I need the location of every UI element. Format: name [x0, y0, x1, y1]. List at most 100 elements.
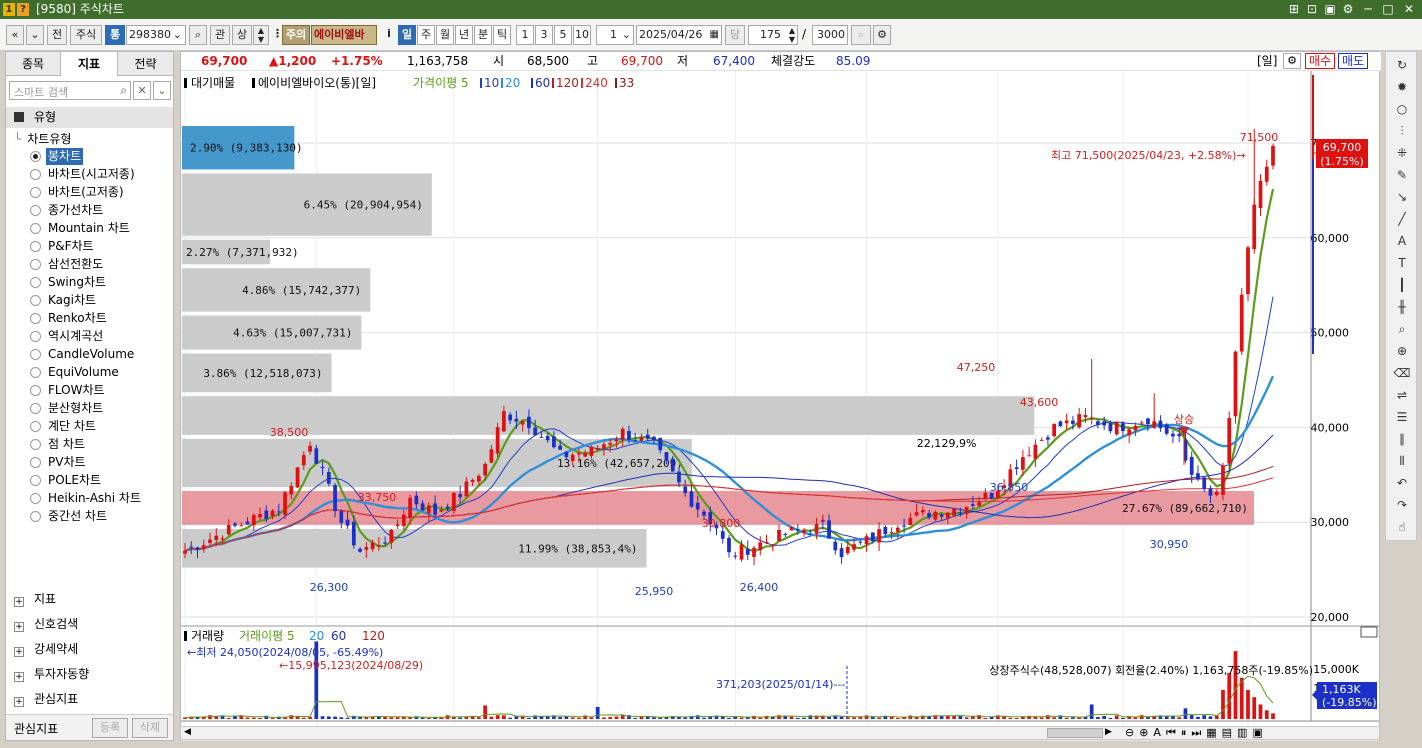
dropdown-button[interactable]: ⌄	[26, 25, 44, 45]
buy-button[interactable]: 매수	[1305, 53, 1335, 69]
code-input[interactable]: 298380 ⌄	[126, 25, 186, 45]
minimize-icon[interactable]: ─	[1358, 0, 1378, 19]
radio-icon[interactable]	[30, 205, 41, 216]
expand-plus-icon[interactable]: +	[14, 672, 24, 682]
period-tab[interactable]: 년	[455, 25, 473, 45]
radio-icon[interactable]	[30, 169, 41, 180]
radio-icon[interactable]	[30, 403, 41, 414]
bars-icon[interactable]: ☰	[1392, 408, 1412, 426]
zoom-icon[interactable]: ⌕	[1392, 320, 1412, 338]
undo-icon[interactable]: ↶	[1392, 474, 1412, 492]
sang-button[interactable]: 상	[232, 25, 252, 45]
minute-button[interactable]: 5	[554, 25, 572, 45]
text-icon[interactable]: T	[1392, 254, 1412, 272]
tong-button[interactable]: 통	[105, 25, 125, 45]
period-tab[interactable]: 월	[436, 25, 454, 45]
radio-icon[interactable]	[30, 385, 41, 396]
minute-button[interactable]: 10	[573, 25, 591, 45]
chart-icon[interactable]: ⫶	[1392, 122, 1412, 140]
settings-gear-icon[interactable]: ⚙	[873, 25, 891, 45]
price-chart[interactable]: 2.90% (9,383,130) 6.45% (20,904,954) 2.27%…	[181, 71, 1379, 741]
period-tab[interactable]: 주	[417, 25, 435, 45]
expand-plus-icon[interactable]: +	[14, 622, 24, 632]
indicator-section[interactable]: + 강세약세	[14, 639, 78, 659]
count-input[interactable]: 175 ▲ ▼	[748, 25, 798, 45]
expand-plus-icon[interactable]: +	[14, 647, 24, 657]
auto-icon[interactable]: A	[1392, 232, 1412, 250]
candle2-icon[interactable]: ╫	[1392, 298, 1412, 316]
expand-plus-icon[interactable]: +	[14, 697, 24, 707]
indicator-section[interactable]: + 신호검색	[14, 614, 78, 634]
eraser-icon[interactable]: ⌫	[1392, 364, 1412, 382]
scroll-left-icon[interactable]: ◀	[184, 727, 191, 737]
info-button[interactable]: i	[381, 25, 397, 45]
register-button[interactable]: 등록	[92, 718, 128, 738]
group-header[interactable]: 유형	[6, 107, 173, 128]
indicator-section[interactable]: + 투자자동향	[14, 664, 89, 684]
trend-icon[interactable]: ⇌	[1392, 386, 1412, 404]
gear-icon[interactable]: ⚙	[1338, 0, 1358, 19]
jeon-button[interactable]: 전	[47, 25, 67, 45]
prev-button[interactable]: «	[6, 25, 24, 45]
calendar-icon[interactable]: ▦	[710, 26, 719, 44]
date-input[interactable]: 2025/04/26 ▦	[636, 25, 722, 45]
radio-icon[interactable]	[30, 457, 41, 468]
zoom-icon[interactable]: ⌕	[851, 25, 871, 45]
link-icon[interactable]: ⊞	[1284, 0, 1304, 19]
radio-icon[interactable]	[30, 313, 41, 324]
tab-stocks[interactable]: 종목	[6, 52, 61, 76]
grid-icon[interactable]: ∥	[1392, 430, 1412, 448]
spin-icon[interactable]: ▲ ▼	[789, 26, 795, 44]
radio-icon[interactable]	[30, 187, 41, 198]
chart-controls-icon[interactable]: ⊖⊕A⏮⏸⏭▦▤▥▣	[1125, 726, 1268, 740]
settings-window-icon[interactable]: ⊡	[1302, 0, 1322, 19]
period-tab[interactable]: 일	[398, 25, 416, 45]
close-icon[interactable]: ✕	[1399, 0, 1419, 19]
help-icon[interactable]: ?	[17, 3, 29, 16]
more-icon[interactable]: ⋮	[272, 25, 283, 45]
circle-icon[interactable]: ○	[1392, 100, 1412, 118]
arrow-line-icon[interactable]: ↘	[1392, 188, 1412, 206]
radio-icon[interactable]	[30, 331, 41, 342]
chart-area[interactable]: 69,700 ▲1,200 +1.75% 1,163,758 시 68,500 …	[180, 51, 1381, 741]
radio-icon[interactable]	[30, 475, 41, 486]
gear-icon[interactable]: ✹	[1392, 78, 1412, 96]
pointer-icon[interactable]: ☝	[1392, 518, 1412, 536]
tree-root[interactable]: └ 차트유형	[14, 130, 71, 147]
gwan-button[interactable]: 관	[210, 25, 230, 45]
period-tab[interactable]: 분	[474, 25, 492, 45]
candle-icon[interactable]: ┃	[1392, 276, 1412, 294]
tab-strategy[interactable]: 전략	[118, 52, 173, 76]
maximize-icon[interactable]: □	[1378, 0, 1398, 19]
radio-icon[interactable]	[30, 367, 41, 378]
radio-icon[interactable]	[30, 241, 41, 252]
radio-icon[interactable]	[30, 277, 41, 288]
market-select[interactable]: 주식	[70, 25, 102, 45]
expand-icon[interactable]: ⌄	[153, 81, 171, 100]
minute-button[interactable]: 1	[516, 25, 534, 45]
crosshair-icon[interactable]: ⁜	[1392, 144, 1412, 162]
dang-button[interactable]: 당	[725, 25, 745, 45]
grid2-icon[interactable]: ⦀	[1392, 452, 1412, 470]
redo-icon[interactable]: ↷	[1392, 496, 1412, 514]
max-input[interactable]: 3000	[812, 25, 848, 45]
expand-plus-icon[interactable]: +	[14, 597, 24, 607]
indicator-section[interactable]: + 관심지표	[14, 689, 78, 709]
radio-icon[interactable]	[30, 223, 41, 234]
refresh-icon[interactable]: ↻	[1392, 56, 1412, 74]
radio-icon[interactable]	[30, 151, 41, 162]
radio-icon[interactable]	[30, 439, 41, 450]
clear-search-icon[interactable]: ✕	[133, 81, 151, 100]
radio-icon[interactable]	[30, 295, 41, 306]
minute-button[interactable]: 3	[535, 25, 553, 45]
tab-indicators[interactable]: 지표	[61, 52, 118, 76]
pen-icon[interactable]: ✎	[1392, 166, 1412, 184]
chart-settings-icon[interactable]: ⚙	[1283, 53, 1301, 69]
radio-icon[interactable]	[30, 259, 41, 270]
line-icon[interactable]: ╱	[1392, 210, 1412, 228]
period-tab[interactable]: 틱	[493, 25, 511, 45]
indicator-section[interactable]: + 지표	[14, 589, 56, 609]
capture-icon[interactable]: ▣	[1320, 0, 1340, 19]
sell-button[interactable]: 매도	[1338, 53, 1368, 69]
interval-select[interactable]: 1 ⌄	[596, 25, 634, 45]
